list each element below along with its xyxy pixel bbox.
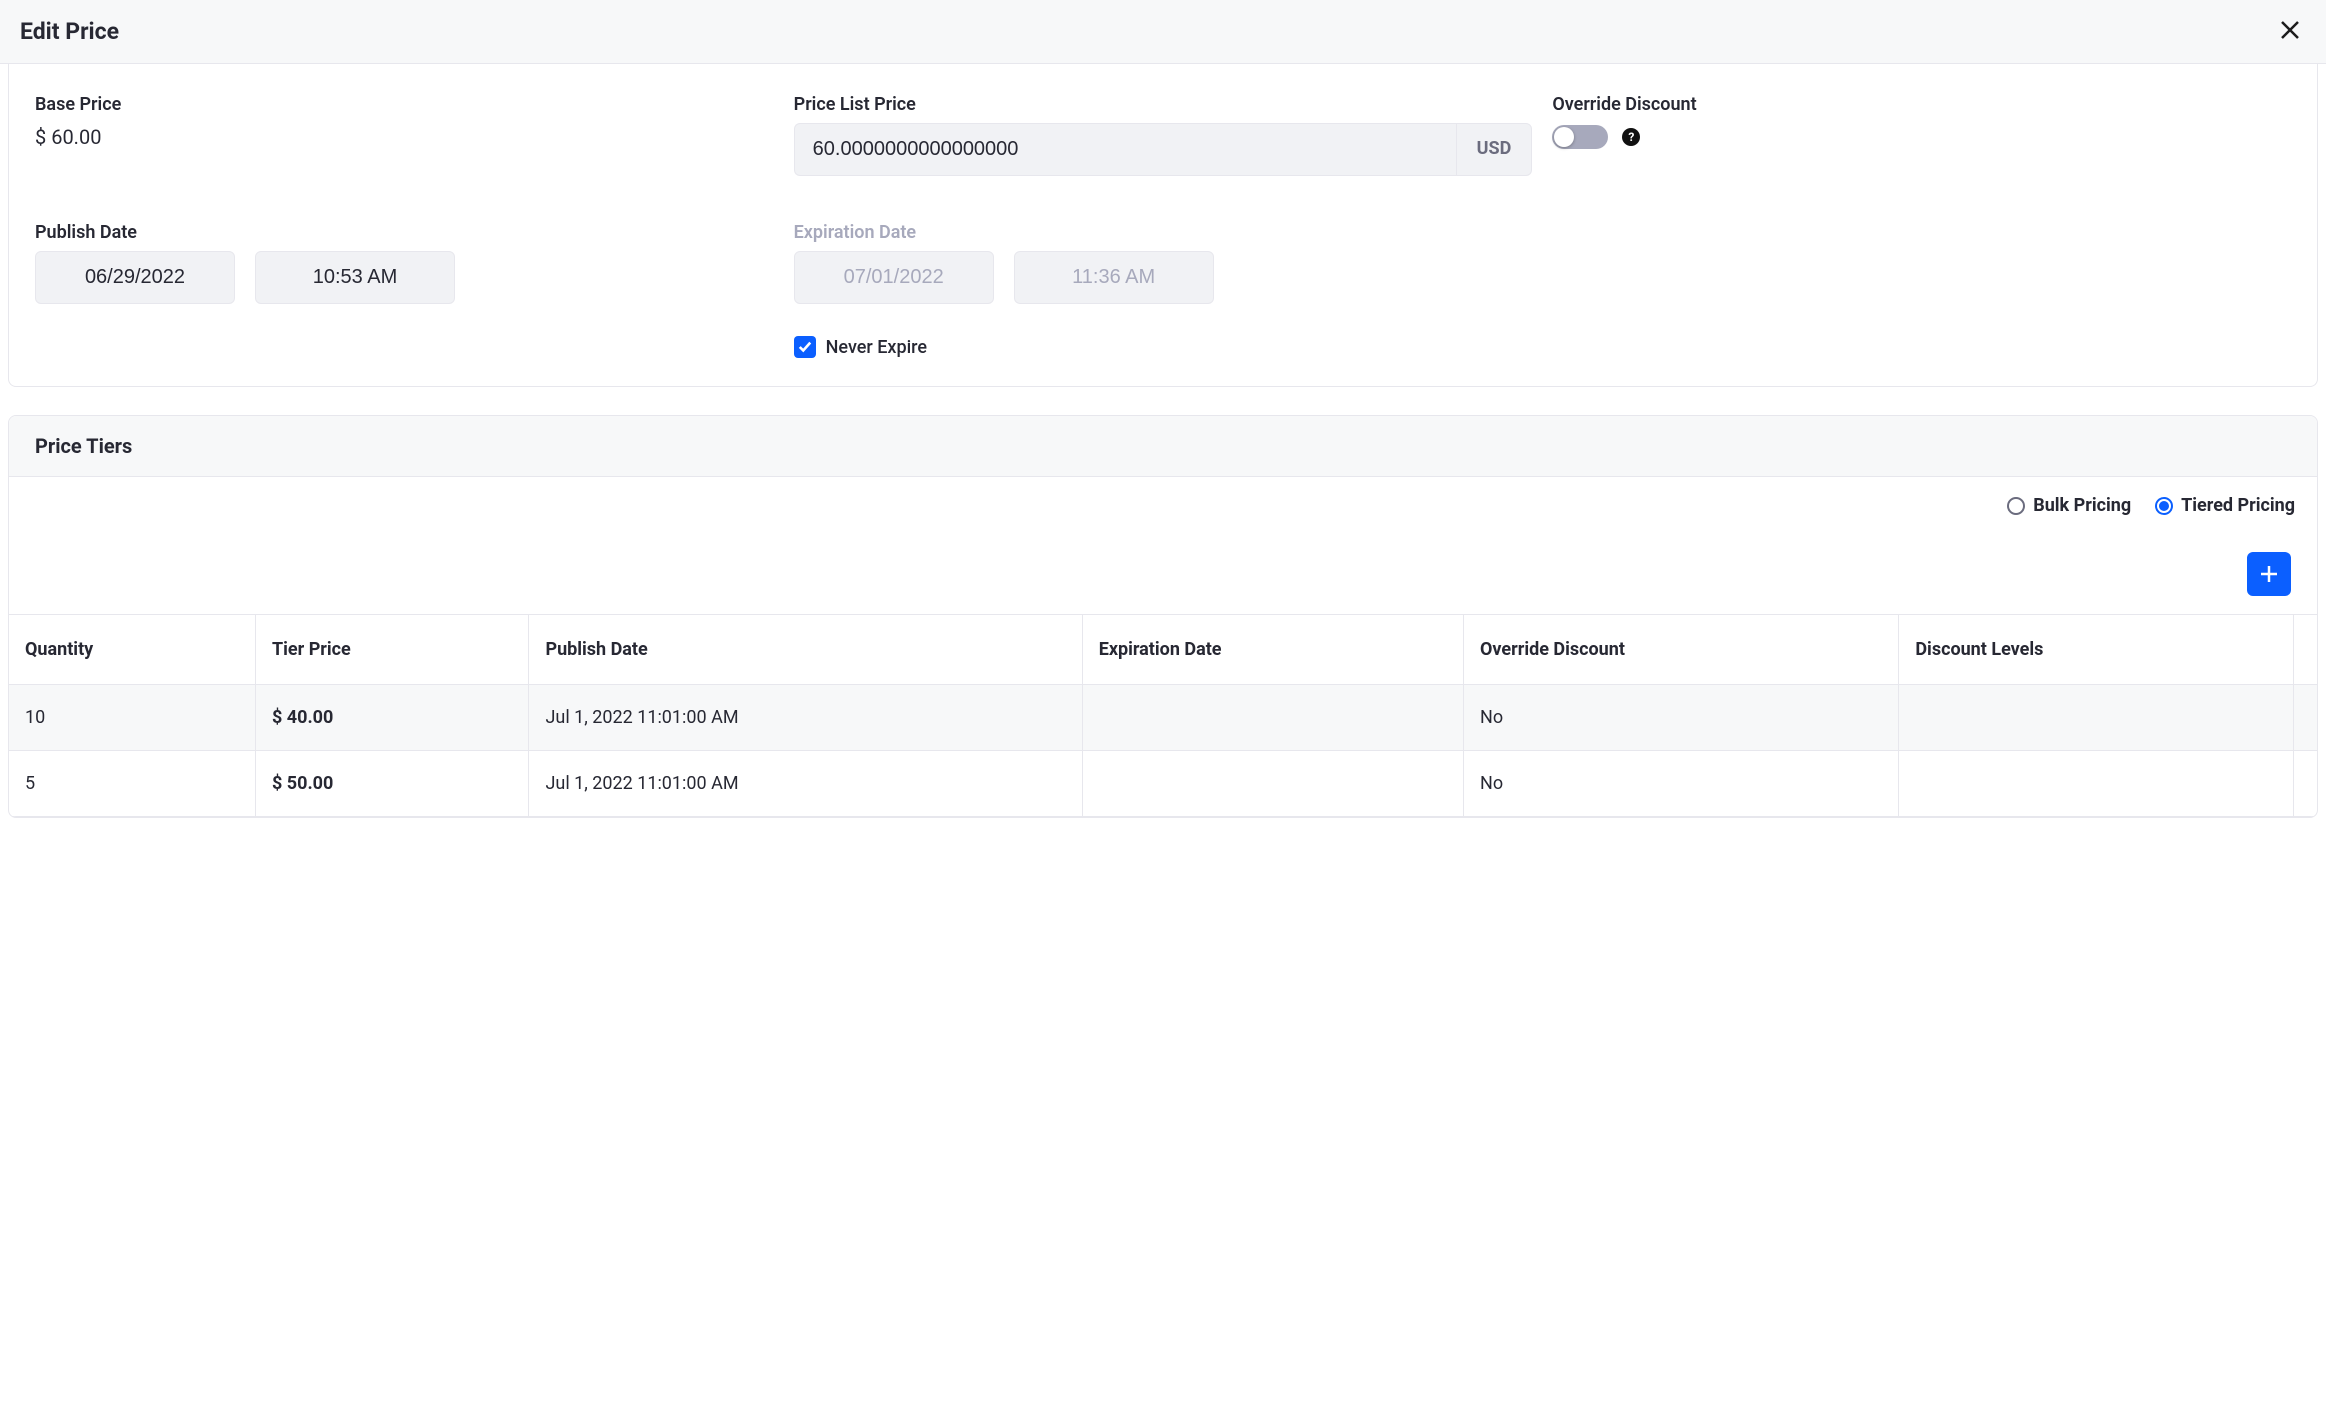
col-publish-date[interactable]: Publish Date [529,615,1082,685]
radio-icon [2155,497,2173,515]
cell-discount-levels [1899,751,2293,817]
cell-quantity: 10 [9,685,255,751]
publish-date-field: Publish Date [35,222,774,358]
cell-expiration-date [1082,751,1463,817]
price-tiers-header: Price Tiers [9,416,2317,477]
cell-discount-levels [1899,685,2293,751]
price-tiers-table: Quantity Tier Price Publish Date Expirat… [9,614,2317,817]
cell-expiration-date [1082,685,1463,751]
cell-override-discount: No [1464,685,1899,751]
col-tier-price[interactable]: Tier Price [255,615,528,685]
bulk-pricing-label: Bulk Pricing [2033,495,2131,516]
never-expire-checkbox[interactable] [794,336,816,358]
table-row[interactable]: 10$ 40.00Jul 1, 2022 11:01:00 AM No [9,685,2317,751]
close-button[interactable] [2274,14,2306,49]
modal-header: Edit Price [0,0,2326,64]
publish-time-input[interactable] [255,251,455,304]
cell-quantity: 5 [9,751,255,817]
cell-tier-price: $ 40.00 [255,685,528,751]
override-discount-field: Override Discount ? [1552,94,2291,176]
override-discount-toggle[interactable] [1552,125,1608,149]
col-actions [2293,615,2317,685]
col-override-discount[interactable]: Override Discount [1464,615,1899,685]
cell-override-discount: No [1464,751,1899,817]
override-discount-label: Override Discount [1552,94,2291,115]
col-expiration-date[interactable]: Expiration Date [1082,615,1463,685]
expiration-date-field: Expiration Date Never Expire [794,222,1533,358]
edit-price-panel: Base Price $ 60.00 Price List Price USD … [8,64,2318,387]
tiered-pricing-label: Tiered Pricing [2181,495,2295,516]
publish-date-input[interactable] [35,251,235,304]
cell-publish-date: Jul 1, 2022 11:01:00 AM [529,751,1082,817]
check-icon [798,340,812,354]
plus-icon [2257,562,2281,586]
help-icon[interactable]: ? [1622,128,1640,146]
bulk-pricing-radio[interactable]: Bulk Pricing [2007,495,2131,516]
col-quantity[interactable]: Quantity [9,615,255,685]
col-discount-levels[interactable]: Discount Levels [1899,615,2293,685]
expiration-date-label: Expiration Date [794,222,1533,243]
currency-label: USD [1456,123,1533,176]
base-price-value: $ 60.00 [35,125,774,149]
price-list-price-field: Price List Price USD [794,94,1533,176]
base-price-label: Base Price [35,94,774,115]
add-tier-button[interactable] [2247,552,2291,596]
cell-actions[interactable] [2293,685,2317,751]
price-list-price-input[interactable] [794,123,1456,176]
close-icon [2278,18,2302,42]
never-expire-row[interactable]: Never Expire [794,336,1533,358]
tiered-pricing-radio[interactable]: Tiered Pricing [2155,495,2295,516]
price-tiers-heading: Price Tiers [35,434,2291,458]
cell-publish-date: Jul 1, 2022 11:01:00 AM [529,685,1082,751]
modal-title: Edit Price [20,18,119,45]
publish-date-label: Publish Date [35,222,774,243]
price-list-price-label: Price List Price [794,94,1533,115]
base-price-field: Base Price $ 60.00 [35,94,774,176]
expiration-time-input [1014,251,1214,304]
expiration-date-input [794,251,994,304]
cell-actions[interactable] [2293,751,2317,817]
price-tiers-panel: Price Tiers Bulk Pricing Tiered Pricing [8,415,2318,818]
radio-icon [2007,497,2025,515]
table-row[interactable]: 5$ 50.00Jul 1, 2022 11:01:00 AM No [9,751,2317,817]
never-expire-label: Never Expire [826,337,927,358]
cell-tier-price: $ 50.00 [255,751,528,817]
